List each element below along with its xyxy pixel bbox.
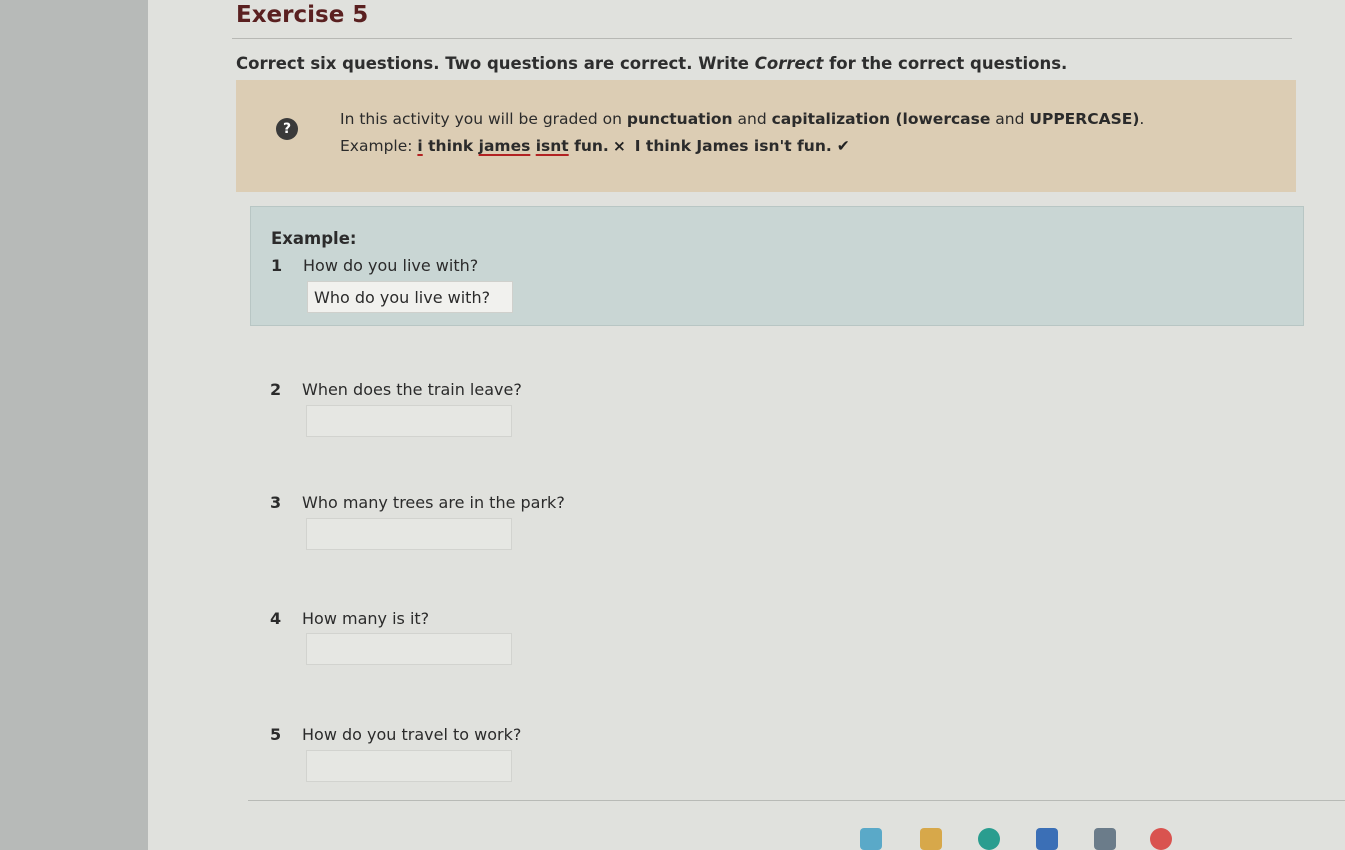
instruction-text: Correct six questions. Two questions are… [236,54,1067,73]
notice-mid: and [732,110,772,128]
question-4: 4 How many is it? [270,609,429,628]
instruction-emphasis: Correct [754,54,824,73]
chart-icon[interactable] [860,828,882,850]
question-2: 2 When does the train leave? [270,380,522,399]
question-number: 5 [270,725,282,744]
bottom-divider [248,800,1345,801]
question-number: 1 [271,256,283,275]
question-number: 4 [270,609,282,628]
exercise-page: Exercise 5 Correct six questions. Two qu… [148,0,1345,850]
question-text: When does the train leave? [302,380,522,399]
notice-uppercase: UPPERCASE) [1029,110,1140,128]
question-number: 3 [270,493,282,512]
notice-line-example: Example: i think james isnt fun. × I thin… [340,137,850,155]
question-text: How do you live with? [303,256,479,275]
answer-input-5[interactable] [306,750,512,782]
title-divider [232,38,1292,39]
chrome-icon[interactable] [1150,828,1172,850]
left-bezel [0,0,148,850]
example-answer-field: Who do you live with? [307,281,513,313]
question-number: 2 [270,380,282,399]
question-text: How do you travel to work? [302,725,522,744]
question-text: How many is it? [302,609,430,628]
example-text: fun. [568,137,609,155]
question-5: 5 How do you travel to work? [270,725,521,744]
notice-and: and [990,110,1030,128]
error-word: james [478,137,531,155]
notice-line-grading: In this activity you will be graded on p… [340,110,1144,128]
check-icon: ✔ [836,137,850,155]
notice-punctuation: punctuation [626,110,733,128]
question-3: 3 Who many trees are in the park? [270,493,565,512]
page-title: Exercise 5 [236,2,369,28]
example-correct-sentence: I think James isn't fun. [634,137,832,155]
folder-icon[interactable] [920,828,942,850]
grading-notice: ? In this activity you will be graded on… [236,80,1296,192]
taskbar [700,822,1180,850]
answer-input-2[interactable] [306,405,512,437]
question-text: Who many trees are in the park? [302,493,565,512]
store-icon[interactable] [1036,828,1058,850]
instruction-post: for the correct questions. [823,54,1068,73]
notice-capitalization: capitalization (lowercase [771,110,991,128]
camera-icon[interactable] [1094,828,1116,850]
example-question: 1 How do you live with? [271,256,478,275]
example-text: think [422,137,479,155]
cross-icon: × [612,137,626,155]
help-icon[interactable]: ? [276,118,298,140]
answer-input-3[interactable] [306,518,512,550]
edge-icon[interactable] [978,828,1000,850]
answer-input-4[interactable] [306,633,512,665]
example-box: Example: 1 How do you live with? Who do y… [250,206,1304,326]
instruction-pre: Correct six questions. Two questions are… [236,54,755,73]
notice-end: . [1139,110,1145,128]
error-word: isnt [535,137,569,155]
example-label: Example: [271,229,357,248]
notice-pre: In this activity you will be graded on [340,110,627,128]
notice-example-label: Example: [340,137,418,155]
